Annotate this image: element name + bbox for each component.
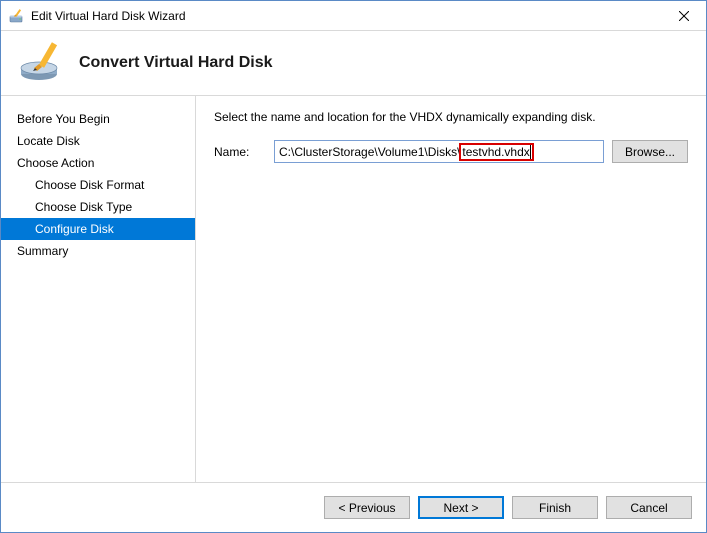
wizard-content: Select the name and location for the VHD… <box>196 96 706 482</box>
instruction-text: Select the name and location for the VHD… <box>214 110 688 124</box>
wizard-window: Edit Virtual Hard Disk Wizard Convert Vi… <box>0 0 707 533</box>
path-prefix: C:\ClusterStorage\Volume1\Disks\ <box>279 145 460 159</box>
sidebar-item-before-you-begin[interactable]: Before You Begin <box>1 108 195 130</box>
sidebar-item-configure-disk[interactable]: Configure Disk <box>1 218 195 240</box>
cancel-button[interactable]: Cancel <box>606 496 692 519</box>
previous-button[interactable]: < Previous <box>324 496 410 519</box>
wizard-sidebar: Before You Begin Locate Disk Choose Acti… <box>1 96 196 482</box>
browse-button[interactable]: Browse... <box>612 140 688 163</box>
app-icon <box>9 8 25 24</box>
disk-wizard-icon <box>19 40 65 86</box>
sidebar-item-choose-action[interactable]: Choose Action <box>1 152 195 174</box>
sidebar-item-choose-disk-type[interactable]: Choose Disk Type <box>1 196 195 218</box>
sidebar-item-locate-disk[interactable]: Locate Disk <box>1 130 195 152</box>
sidebar-item-choose-disk-format[interactable]: Choose Disk Format <box>1 174 195 196</box>
sidebar-item-summary[interactable]: Summary <box>1 240 195 262</box>
wizard-body: Before You Begin Locate Disk Choose Acti… <box>1 96 706 482</box>
window-title: Edit Virtual Hard Disk Wizard <box>31 9 661 23</box>
page-title: Convert Virtual Hard Disk <box>79 54 273 72</box>
wizard-footer: < Previous Next > Finish Cancel <box>1 482 706 532</box>
finish-button[interactable]: Finish <box>512 496 598 519</box>
close-icon <box>679 11 689 21</box>
name-input[interactable]: C:\ClusterStorage\Volume1\Disks\testvhd.… <box>274 140 604 163</box>
close-button[interactable] <box>661 1 706 30</box>
titlebar: Edit Virtual Hard Disk Wizard <box>1 1 706 31</box>
text-caret <box>530 145 531 159</box>
wizard-header: Convert Virtual Hard Disk <box>1 31 706 96</box>
next-button[interactable]: Next > <box>418 496 504 519</box>
path-filename-highlight: testvhd.vhdx <box>459 143 533 161</box>
name-label: Name: <box>214 145 274 159</box>
name-row: Name: C:\ClusterStorage\Volume1\Disks\te… <box>214 140 688 163</box>
